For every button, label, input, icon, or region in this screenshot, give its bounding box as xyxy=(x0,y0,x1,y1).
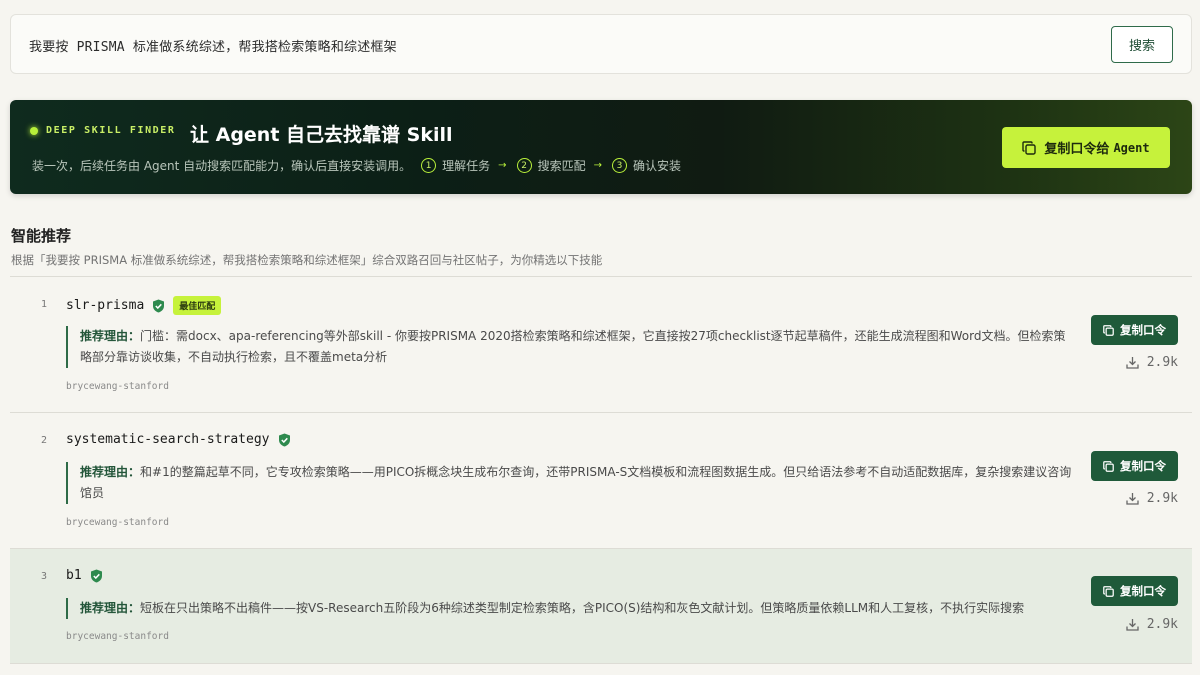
step-label: 搜索匹配 xyxy=(537,159,586,173)
hero-tag-text: DEEP SKILL FINDER xyxy=(46,125,176,136)
step-3: 3 确认安装 xyxy=(611,157,681,174)
hero-subtitle-row: 装一次，后续任务由 Agent 自动搜索匹配能力，确认后直接安装调用。 1 理解… xyxy=(32,157,681,174)
item-index: 1 xyxy=(41,299,48,310)
recommendation-reason: 推荐理由：门槛：需docx、apa-referencing等外部skill - … xyxy=(66,326,1076,368)
step-number: 2 xyxy=(516,158,532,173)
step-1: 1 理解任务 → xyxy=(421,157,507,174)
verified-shield-icon xyxy=(278,433,291,447)
copy-command-button[interactable]: 复制口令 xyxy=(1091,451,1178,481)
step-number: 1 xyxy=(421,158,437,173)
step-label: 确认安装 xyxy=(632,159,681,173)
copy-command-to-agent-button[interactable]: 复制口令给 Agent xyxy=(1002,127,1170,168)
reason-label: 推荐理由： xyxy=(80,465,141,479)
step-2: 2 搜索匹配 → xyxy=(516,157,602,174)
download-value: 2.9k xyxy=(1146,617,1178,632)
arrow-right-icon: → xyxy=(498,160,507,171)
step-label: 理解任务 xyxy=(442,159,491,173)
hero-banner: DEEP SKILL FINDER 让 Agent 自己去找靠谱 Skill 装… xyxy=(10,100,1192,194)
download-count: 2.9k xyxy=(1126,617,1178,632)
search-input[interactable] xyxy=(29,31,1089,59)
copy-command-label: 复制口令 xyxy=(1120,323,1166,337)
download-value: 2.9k xyxy=(1146,355,1178,370)
step-number: 3 xyxy=(611,158,627,173)
copy-command-label: 复制口令 xyxy=(1120,459,1166,473)
skill-name[interactable]: slr-prisma xyxy=(66,298,144,313)
download-icon xyxy=(1126,618,1139,631)
section-title: 智能推荐 xyxy=(11,227,72,245)
copy-command-button[interactable]: 复制口令 xyxy=(1091,315,1178,345)
item-header: systematic-search-strategy xyxy=(66,432,291,447)
download-value: 2.9k xyxy=(1146,491,1178,506)
download-count: 2.9k xyxy=(1126,355,1178,370)
copy-command-button[interactable]: 复制口令 xyxy=(1091,576,1178,606)
download-count: 2.9k xyxy=(1126,491,1178,506)
search-button[interactable]: 搜索 xyxy=(1111,26,1173,63)
verified-shield-icon xyxy=(90,569,103,583)
reason-text: 和#1的整篇起草不同，它专攻检索策略——用PICO拆概念块生成布尔查询，还带PR… xyxy=(80,465,1072,500)
reason-label: 推荐理由： xyxy=(80,601,141,615)
section-description: 根据「我要按 PRISMA 标准做系统综述，帮我搭检索策略和综述框架」综合双路召… xyxy=(11,253,603,267)
reason-text: 门槛：需docx、apa-referencing等外部skill - 你要按PR… xyxy=(80,329,1066,364)
list-item: 2 systematic-search-strategy 推荐理由：和#1的整篇… xyxy=(10,413,1192,549)
hero-title: 让 Agent 自己去找靠谱 Skill xyxy=(190,124,453,146)
download-icon xyxy=(1126,356,1139,369)
copy-icon xyxy=(1022,140,1037,155)
copy-icon xyxy=(1103,585,1114,597)
reason-label: 推荐理由： xyxy=(80,329,141,343)
best-match-badge: 最佳匹配 xyxy=(173,296,222,315)
author: brycewang-stanford xyxy=(66,631,169,642)
list-item: 1 slr-prisma 最佳匹配 推荐理由：门槛：需docx、apa-refe… xyxy=(10,277,1192,413)
download-icon xyxy=(1126,492,1139,505)
reason-text: 短板在只出策略不出稿件——按VS-Research五阶段为6种综述类型制定检索策… xyxy=(140,601,1025,615)
item-index: 3 xyxy=(41,571,48,582)
hero-tag: DEEP SKILL FINDER xyxy=(30,125,176,136)
arrow-right-icon: → xyxy=(593,160,602,171)
copy-icon xyxy=(1103,460,1114,472)
status-dot-icon xyxy=(30,126,38,135)
author: brycewang-stanford xyxy=(66,517,169,528)
search-bar: 搜索 xyxy=(10,14,1192,74)
copy-agent-label: 复制口令给 xyxy=(1044,142,1110,157)
item-header: b1 xyxy=(66,568,103,583)
skill-name[interactable]: b1 xyxy=(66,568,82,583)
verified-shield-icon xyxy=(152,299,165,313)
copy-icon xyxy=(1103,324,1114,336)
recommendation-reason: 推荐理由：短板在只出策略不出稿件——按VS-Research五阶段为6种综述类型… xyxy=(66,598,1076,619)
copy-command-label: 复制口令 xyxy=(1120,584,1166,598)
list-item: 3 b1 推荐理由：短板在只出策略不出稿件——按VS-Research五阶段为6… xyxy=(10,549,1192,664)
item-header: slr-prisma 最佳匹配 xyxy=(66,296,222,315)
item-index: 2 xyxy=(41,435,48,446)
author: brycewang-stanford xyxy=(66,381,169,392)
skill-name[interactable]: systematic-search-strategy xyxy=(66,432,270,447)
recommendation-reason: 推荐理由：和#1的整篇起草不同，它专攻检索策略——用PICO拆概念块生成布尔查询… xyxy=(66,462,1076,504)
hero-subtitle: 装一次，后续任务由 Agent 自动搜索匹配能力，确认后直接安装调用。 xyxy=(32,159,412,173)
copy-agent-target: Agent xyxy=(1113,140,1150,155)
